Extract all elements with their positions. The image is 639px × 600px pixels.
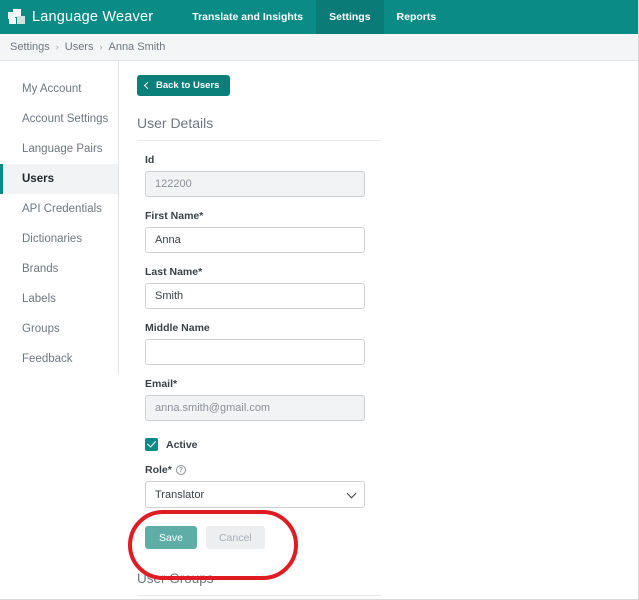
first-name-input[interactable] bbox=[145, 227, 365, 253]
field-id: Id bbox=[145, 154, 365, 197]
chevron-left-icon bbox=[143, 81, 152, 90]
active-checkbox-label: Active bbox=[166, 438, 198, 451]
back-to-users-label: Back to Users bbox=[156, 80, 220, 91]
sidebar-item-language-pairs[interactable]: Language Pairs bbox=[0, 134, 118, 164]
breadcrumb-separator-icon: › bbox=[99, 41, 103, 52]
sidebar-item-feedback[interactable]: Feedback bbox=[0, 344, 118, 374]
role-select-wrapper: Translator bbox=[145, 481, 365, 508]
breadcrumb-item-anna-smith: Anna Smith bbox=[108, 41, 166, 53]
sidebar-item-labels[interactable]: Labels bbox=[0, 284, 118, 314]
active-checkbox[interactable] bbox=[145, 438, 158, 451]
field-label-id: Id bbox=[145, 154, 155, 166]
field-role: Role* ? Translator bbox=[145, 464, 365, 508]
user-groups-section: User Groups + Add group bbox=[137, 571, 382, 599]
brand-name: Language Weaver bbox=[32, 9, 154, 25]
field-middle-name: Middle Name bbox=[145, 322, 365, 365]
breadcrumb: Settings › Users › Anna Smith bbox=[0, 34, 638, 61]
question-mark-icon[interactable]: ? bbox=[175, 465, 186, 475]
field-label-middle-name: Middle Name bbox=[145, 322, 210, 334]
breadcrumb-item-users[interactable]: Users bbox=[65, 41, 94, 53]
field-label-role: Role* ? bbox=[145, 464, 365, 476]
field-label-last-name: Last Name* bbox=[145, 266, 203, 278]
id-input bbox=[145, 171, 365, 197]
lw-squares-logo-icon bbox=[8, 9, 25, 25]
sidebar-item-account-settings[interactable]: Account Settings bbox=[0, 104, 118, 134]
sidebar-item-groups[interactable]: Groups bbox=[0, 314, 118, 344]
field-first-name: First Name* bbox=[145, 210, 365, 253]
role-select[interactable]: Translator bbox=[145, 481, 365, 508]
sidebar-item-brands[interactable]: Brands bbox=[0, 254, 118, 284]
back-to-users-button[interactable]: Back to Users bbox=[137, 75, 231, 96]
cancel-button[interactable]: Cancel bbox=[205, 526, 265, 549]
last-name-input[interactable] bbox=[145, 283, 365, 309]
user-groups-title: User Groups bbox=[137, 571, 382, 596]
nav-tab-reports[interactable]: Reports bbox=[384, 0, 450, 34]
active-checkbox-row: Active bbox=[145, 438, 638, 451]
settings-sidebar: My Account Account Settings Language Pai… bbox=[0, 61, 119, 374]
middle-name-input[interactable] bbox=[145, 339, 365, 365]
nav-tab-translate-and-insights[interactable]: Translate and Insights bbox=[179, 0, 316, 34]
sidebar-item-users[interactable]: Users bbox=[0, 164, 118, 194]
user-details-panel: Back to Users User Details Id First Name… bbox=[119, 61, 638, 599]
field-label-first-name: First Name* bbox=[145, 210, 204, 222]
page-title: User Details bbox=[137, 115, 382, 141]
brand-logo[interactable]: Language Weaver bbox=[8, 0, 179, 34]
page-body: My Account Account Settings Language Pai… bbox=[0, 61, 638, 599]
role-label-text: Role* bbox=[145, 464, 172, 476]
field-label-email: Email* bbox=[145, 378, 178, 390]
nav-tab-settings[interactable]: Settings bbox=[316, 0, 384, 34]
sidebar-item-dictionaries[interactable]: Dictionaries bbox=[0, 224, 118, 254]
sidebar-item-my-account[interactable]: My Account bbox=[0, 74, 118, 104]
form-actions: Save Cancel bbox=[145, 526, 638, 549]
sidebar-item-api-credentials[interactable]: API Credentials bbox=[0, 194, 118, 224]
breadcrumb-item-settings[interactable]: Settings bbox=[10, 41, 50, 53]
email-input bbox=[145, 395, 365, 421]
save-button[interactable]: Save bbox=[145, 526, 197, 549]
app-window: Language Weaver Translate and Insights S… bbox=[0, 0, 639, 600]
field-email: Email* bbox=[145, 378, 365, 421]
field-last-name: Last Name* bbox=[145, 266, 365, 309]
top-navigation-bar: Language Weaver Translate and Insights S… bbox=[0, 0, 638, 34]
breadcrumb-separator-icon: › bbox=[55, 41, 59, 52]
